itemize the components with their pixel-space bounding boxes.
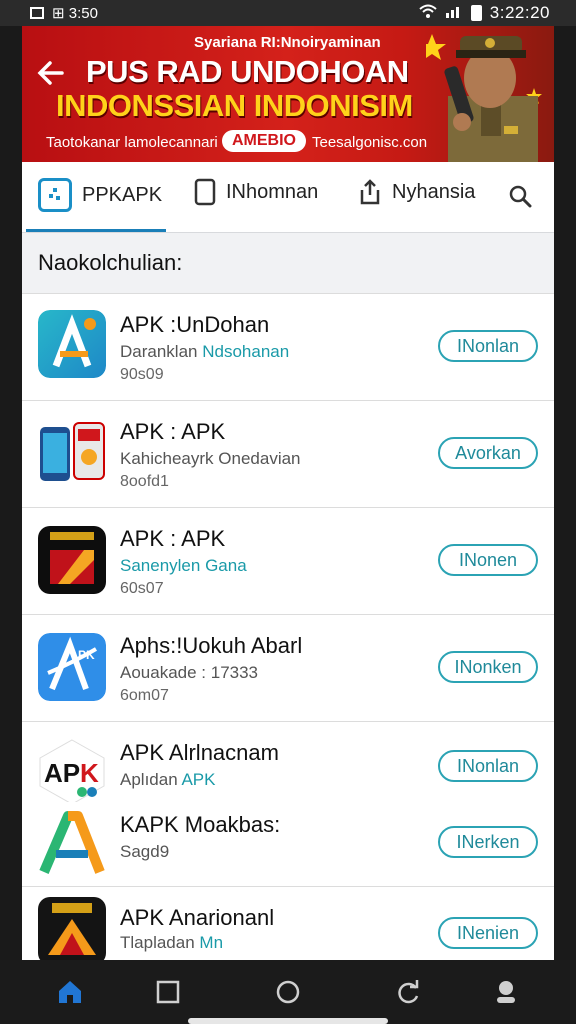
app-name: APK :UnDohan — [120, 312, 270, 337]
status-bar: ⊞ 3:50 3:22:20 — [0, 0, 576, 26]
app-name: APK Alrlnacnam — [120, 740, 279, 765]
banner-headline-1: PUS RAD UNDOHOAN — [86, 54, 409, 89]
app-desc: Tlapladan Mn — [120, 933, 224, 952]
app-name: APK : APK — [120, 526, 226, 551]
share-icon — [360, 179, 380, 205]
install-button[interactable]: INerken — [438, 826, 538, 858]
app-desc: Aouakade : 17333 — [120, 663, 259, 682]
tab-nyhansia[interactable]: Nyhansia — [358, 178, 475, 206]
home-icon[interactable] — [56, 978, 84, 1006]
app-a-gradient-icon — [39, 811, 105, 874]
wifi-icon — [419, 4, 437, 22]
install-button[interactable]: INenien — [438, 917, 538, 949]
banner-top-line: Syariana RI:Nnoiryaminan — [194, 34, 381, 51]
app-a-teal-icon — [38, 310, 106, 378]
status-left-text: ⊞ 3:50 — [52, 5, 98, 22]
app-desc: Kahicheayrk Onedavian — [120, 449, 301, 468]
app-gold-icon — [38, 897, 106, 960]
tab-label: INhomnan — [226, 180, 319, 203]
back-arrow-icon[interactable] — [34, 56, 68, 90]
app-red-black-icon — [38, 526, 106, 594]
notification-icon — [30, 7, 44, 19]
account-icon[interactable] — [492, 978, 520, 1006]
svg-text:PK: PK — [78, 648, 95, 662]
install-button[interactable]: INonlan — [438, 750, 538, 782]
app-size: 8oofd1 — [120, 473, 169, 490]
app-size: 6om07 — [120, 687, 169, 704]
app-blue-a-icon: PK — [38, 633, 106, 701]
signal-icon — [445, 4, 463, 22]
svg-text:AP: AP — [44, 758, 80, 788]
install-button[interactable]: INonen — [438, 544, 538, 576]
apps-icon — [38, 178, 72, 212]
section-title: Naokolchulian: — [38, 250, 183, 275]
app-apk-logo-icon: AP K — [39, 739, 105, 805]
tab-label: PPKAPK — [82, 183, 163, 206]
list-item[interactable]: AP K APK Alrlnacnam Aplıdan APK INonlan — [22, 721, 554, 805]
banner-site: Teesalgonisc.con — [312, 134, 428, 151]
install-button[interactable]: INonken — [438, 651, 538, 683]
app-desc: Aplıdan APK — [120, 770, 216, 789]
officer-illustration — [426, 34, 542, 162]
app-name: KAPK Moakbas: — [120, 812, 281, 837]
promo-banner[interactable]: Syariana RI:Nnoiryaminan PUS RAD UNDOHOA… — [22, 26, 554, 162]
tab-label: Nyhansia — [392, 180, 476, 203]
app-size: 90s09 — [120, 366, 164, 383]
list-item[interactable]: APK : APK Kahicheayrk Onedavian 8oofd1 A… — [22, 400, 554, 507]
refresh-icon[interactable] — [394, 978, 422, 1006]
recents-icon[interactable] — [154, 978, 182, 1006]
status-time: 3:22:20 — [489, 3, 550, 22]
install-button[interactable]: Avorkan — [438, 437, 538, 469]
install-button[interactable]: INonlan — [438, 330, 538, 362]
list-item[interactable]: APK Anarionanl Tlapladan Mn INenien — [22, 886, 554, 960]
circle-icon[interactable] — [274, 978, 302, 1006]
app-name: APK : APK — [120, 419, 226, 444]
list-item[interactable]: APK : APK Sanenylen Gana 60s07 INonen — [22, 507, 554, 614]
app-phones-icon — [40, 422, 105, 481]
phone-icon — [194, 178, 216, 206]
app-window: Syariana RI:Nnoiryaminan PUS RAD UNDOHOA… — [22, 26, 554, 960]
banner-badge: AMEBIO — [222, 130, 306, 152]
banner-footer-text: Taotokanar lamolecannari — [46, 134, 218, 151]
app-desc: Sagd9 — [120, 842, 170, 861]
search-icon[interactable] — [508, 184, 532, 208]
list-item[interactable]: PK Aphs:!Uokuh Abarl Aouakade : 17333 6o… — [22, 614, 554, 721]
app-name: APK Anarionanl — [120, 905, 275, 930]
active-tab-indicator — [26, 229, 166, 232]
gesture-bar — [188, 1018, 388, 1024]
app-size: 60s07 — [120, 580, 164, 597]
bottom-nav — [0, 960, 576, 1024]
app-name: Aphs:!Uokuh Abarl — [120, 633, 303, 658]
battery-icon — [470, 5, 482, 21]
app-list: APK :UnDohan Daranklan Ndsohanan 90s09 I… — [22, 293, 554, 960]
list-item[interactable]: KAPK Moakbas: Sagd9 INerken — [22, 802, 554, 886]
app-desc: Daranklan Ndsohanan — [120, 342, 290, 361]
svg-text:K: K — [80, 758, 99, 788]
tab-bar: PPKAPK INhomnan Nyhansia — [22, 162, 554, 233]
tab-inhomnan[interactable]: INhomnan — [194, 178, 318, 206]
tab-ppkapk[interactable]: PPKAPK — [38, 178, 162, 212]
banner-headline-2: INDONSSIAN INDONISIM — [56, 88, 413, 123]
list-item[interactable]: APK :UnDohan Daranklan Ndsohanan 90s09 I… — [22, 293, 554, 400]
app-desc: Sanenylen Gana — [120, 556, 247, 575]
